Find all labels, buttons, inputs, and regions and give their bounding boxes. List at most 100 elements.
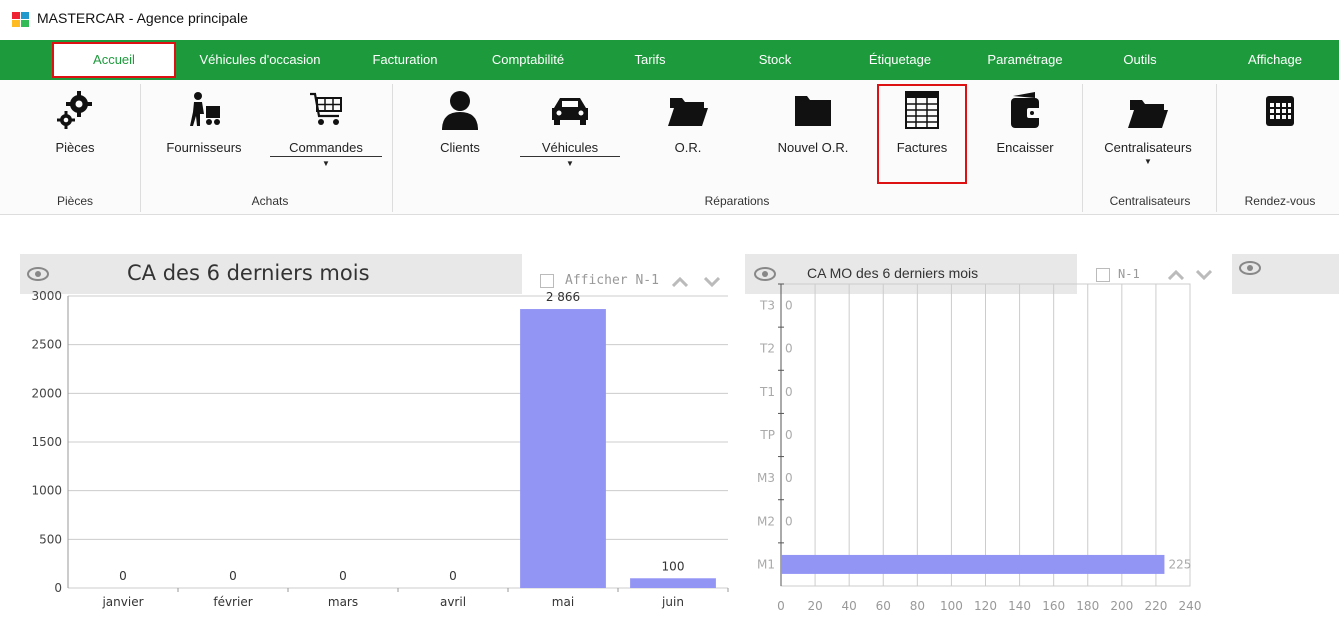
nouvel-or-label: Nouvel O.R. <box>777 140 849 155</box>
menu-accueil[interactable]: Accueil <box>52 42 176 78</box>
centralisateurs-label: Centralisateurs <box>1104 140 1192 155</box>
menu-etiquetage[interactable]: Étiquetage <box>850 40 950 80</box>
y-tick-label: M2 <box>757 514 775 528</box>
chevron-up-icon[interactable] <box>1168 270 1184 280</box>
ribbon-divider <box>1216 84 1217 212</box>
bar-value-label: 225 <box>1168 557 1191 571</box>
centralisateurs-button[interactable]: Centralisateurs ▼ <box>1086 88 1210 166</box>
y-tick-label: T1 <box>759 385 775 399</box>
menu-stock[interactable]: Stock <box>745 40 805 80</box>
x-tick-label: 180 <box>1076 599 1099 613</box>
menu-bar: Accueil Véhicules d'occasion Facturation… <box>0 40 1339 80</box>
x-tick-label: 220 <box>1144 599 1167 613</box>
y-tick-label: 2000 <box>31 386 62 400</box>
bar <box>630 578 716 588</box>
nouvel-or-button[interactable]: Nouvel O.R. <box>758 88 868 155</box>
group-label-reparations: Réparations <box>704 194 770 208</box>
x-tick-label: 140 <box>1008 599 1031 613</box>
or-label: O.R. <box>674 140 702 155</box>
n1-label: N-1 <box>1118 267 1140 281</box>
y-tick-label: M3 <box>757 471 775 485</box>
bar-value-label: 0 <box>785 342 793 356</box>
mo-panel-title: CA MO des 6 derniers mois <box>807 265 979 281</box>
gears-icon <box>57 91 92 129</box>
commandes-button[interactable]: Commandes ▼ <box>270 88 382 168</box>
car-icon <box>552 98 588 125</box>
eye-icon[interactable] <box>1238 260 1262 276</box>
fournisseurs-label: Fournisseurs <box>166 140 242 155</box>
ribbon-divider <box>1082 84 1083 212</box>
rendezvous-button[interactable] <box>1240 88 1320 132</box>
bar-value-label: 0 <box>785 514 793 528</box>
y-tick-label: 0 <box>54 581 62 595</box>
fournisseurs-button[interactable]: Fournisseurs <box>154 88 254 155</box>
x-tick-label: mai <box>552 595 574 609</box>
y-tick-label: 1500 <box>31 435 62 449</box>
vehicules-button[interactable]: Véhicules ▼ <box>520 88 620 168</box>
calendar-icon <box>1266 96 1294 126</box>
menu-tarifs[interactable]: Tarifs <box>620 40 680 80</box>
encaisser-label: Encaisser <box>996 140 1054 155</box>
x-tick-label: février <box>213 595 252 609</box>
menu-comptabilite[interactable]: Comptabilité <box>468 40 588 80</box>
dropdown-arrow-icon: ▼ <box>1144 157 1152 166</box>
x-tick-label: avril <box>440 595 466 609</box>
window-title: MASTERCAR - Agence principale <box>37 10 248 26</box>
x-tick-label: 100 <box>940 599 963 613</box>
encaisser-button[interactable]: Encaisser <box>980 88 1070 155</box>
menu-parametrage[interactable]: Paramétrage <box>965 40 1085 80</box>
bar-value-label: 0 <box>229 569 237 583</box>
y-tick-label: M1 <box>757 557 775 571</box>
folder-icon <box>795 96 831 126</box>
bar-value-label: 100 <box>662 559 685 573</box>
ribbon: Pièces Pièces Fournisseurs Commandes ▼ A… <box>0 80 1339 215</box>
vehicules-label: Véhicules <box>520 140 620 157</box>
delivery-person-icon <box>190 92 220 126</box>
folder-open-icon <box>668 98 708 126</box>
factures-highlight <box>877 84 967 184</box>
mo-horizontal-bar-chart: 0 20 40 60 80 100 120 140 160 180 200 220 240T3 0T2 0T… <box>757 283 1202 613</box>
bar-value-label: 0 <box>785 428 793 442</box>
person-icon <box>442 91 478 130</box>
y-tick-label: T3 <box>759 299 775 313</box>
bar <box>520 309 606 588</box>
group-label-centralisateurs: Centralisateurs <box>1109 194 1191 208</box>
bar-value-label: 0 <box>339 569 347 583</box>
y-tick-label: 1000 <box>31 484 62 498</box>
x-tick-label: mars <box>328 595 358 609</box>
dropdown-arrow-icon: ▼ <box>566 159 574 168</box>
pieces-button[interactable]: Pièces <box>40 88 110 155</box>
bar-value-label: 0 <box>785 299 793 313</box>
x-tick-label: 0 <box>777 599 785 613</box>
x-tick-label: 240 <box>1179 599 1202 613</box>
clients-button[interactable]: Clients <box>420 88 500 155</box>
x-tick-label: 80 <box>910 599 925 613</box>
y-tick-label: 2500 <box>31 338 62 352</box>
bar-value-label: 0 <box>449 569 457 583</box>
folder-open-icon <box>1128 100 1168 128</box>
menu-affichage[interactable]: Affichage <box>1225 40 1325 80</box>
bar <box>781 554 1165 574</box>
pieces-label: Pièces <box>55 140 95 155</box>
y-tick-label: T2 <box>759 342 775 356</box>
ribbon-divider <box>140 84 141 212</box>
title-bar: MASTERCAR - Agence principale <box>0 0 1339 40</box>
x-tick-label: janvier <box>101 595 143 609</box>
bar-value-label: 0 <box>119 569 127 583</box>
x-tick-label: 200 <box>1110 599 1133 613</box>
x-tick-label: 160 <box>1042 599 1065 613</box>
y-tick-label: TP <box>759 428 775 442</box>
bar-value-label: 2 866 <box>546 290 580 304</box>
menu-vehicules-occasion[interactable]: Véhicules d'occasion <box>180 40 340 80</box>
commandes-label: Commandes <box>270 140 382 157</box>
bar-value-label: 0 <box>785 385 793 399</box>
y-tick-label: 3000 <box>31 289 62 303</box>
clients-label: Clients <box>440 140 480 155</box>
chevron-down-icon[interactable] <box>1196 270 1212 280</box>
x-tick-label: 40 <box>842 599 857 613</box>
ribbon-divider <box>392 84 393 212</box>
or-button[interactable]: O.R. <box>648 88 728 155</box>
menu-outils[interactable]: Outils <box>1100 40 1180 80</box>
menu-facturation[interactable]: Facturation <box>350 40 460 80</box>
x-tick-label: 20 <box>807 599 822 613</box>
